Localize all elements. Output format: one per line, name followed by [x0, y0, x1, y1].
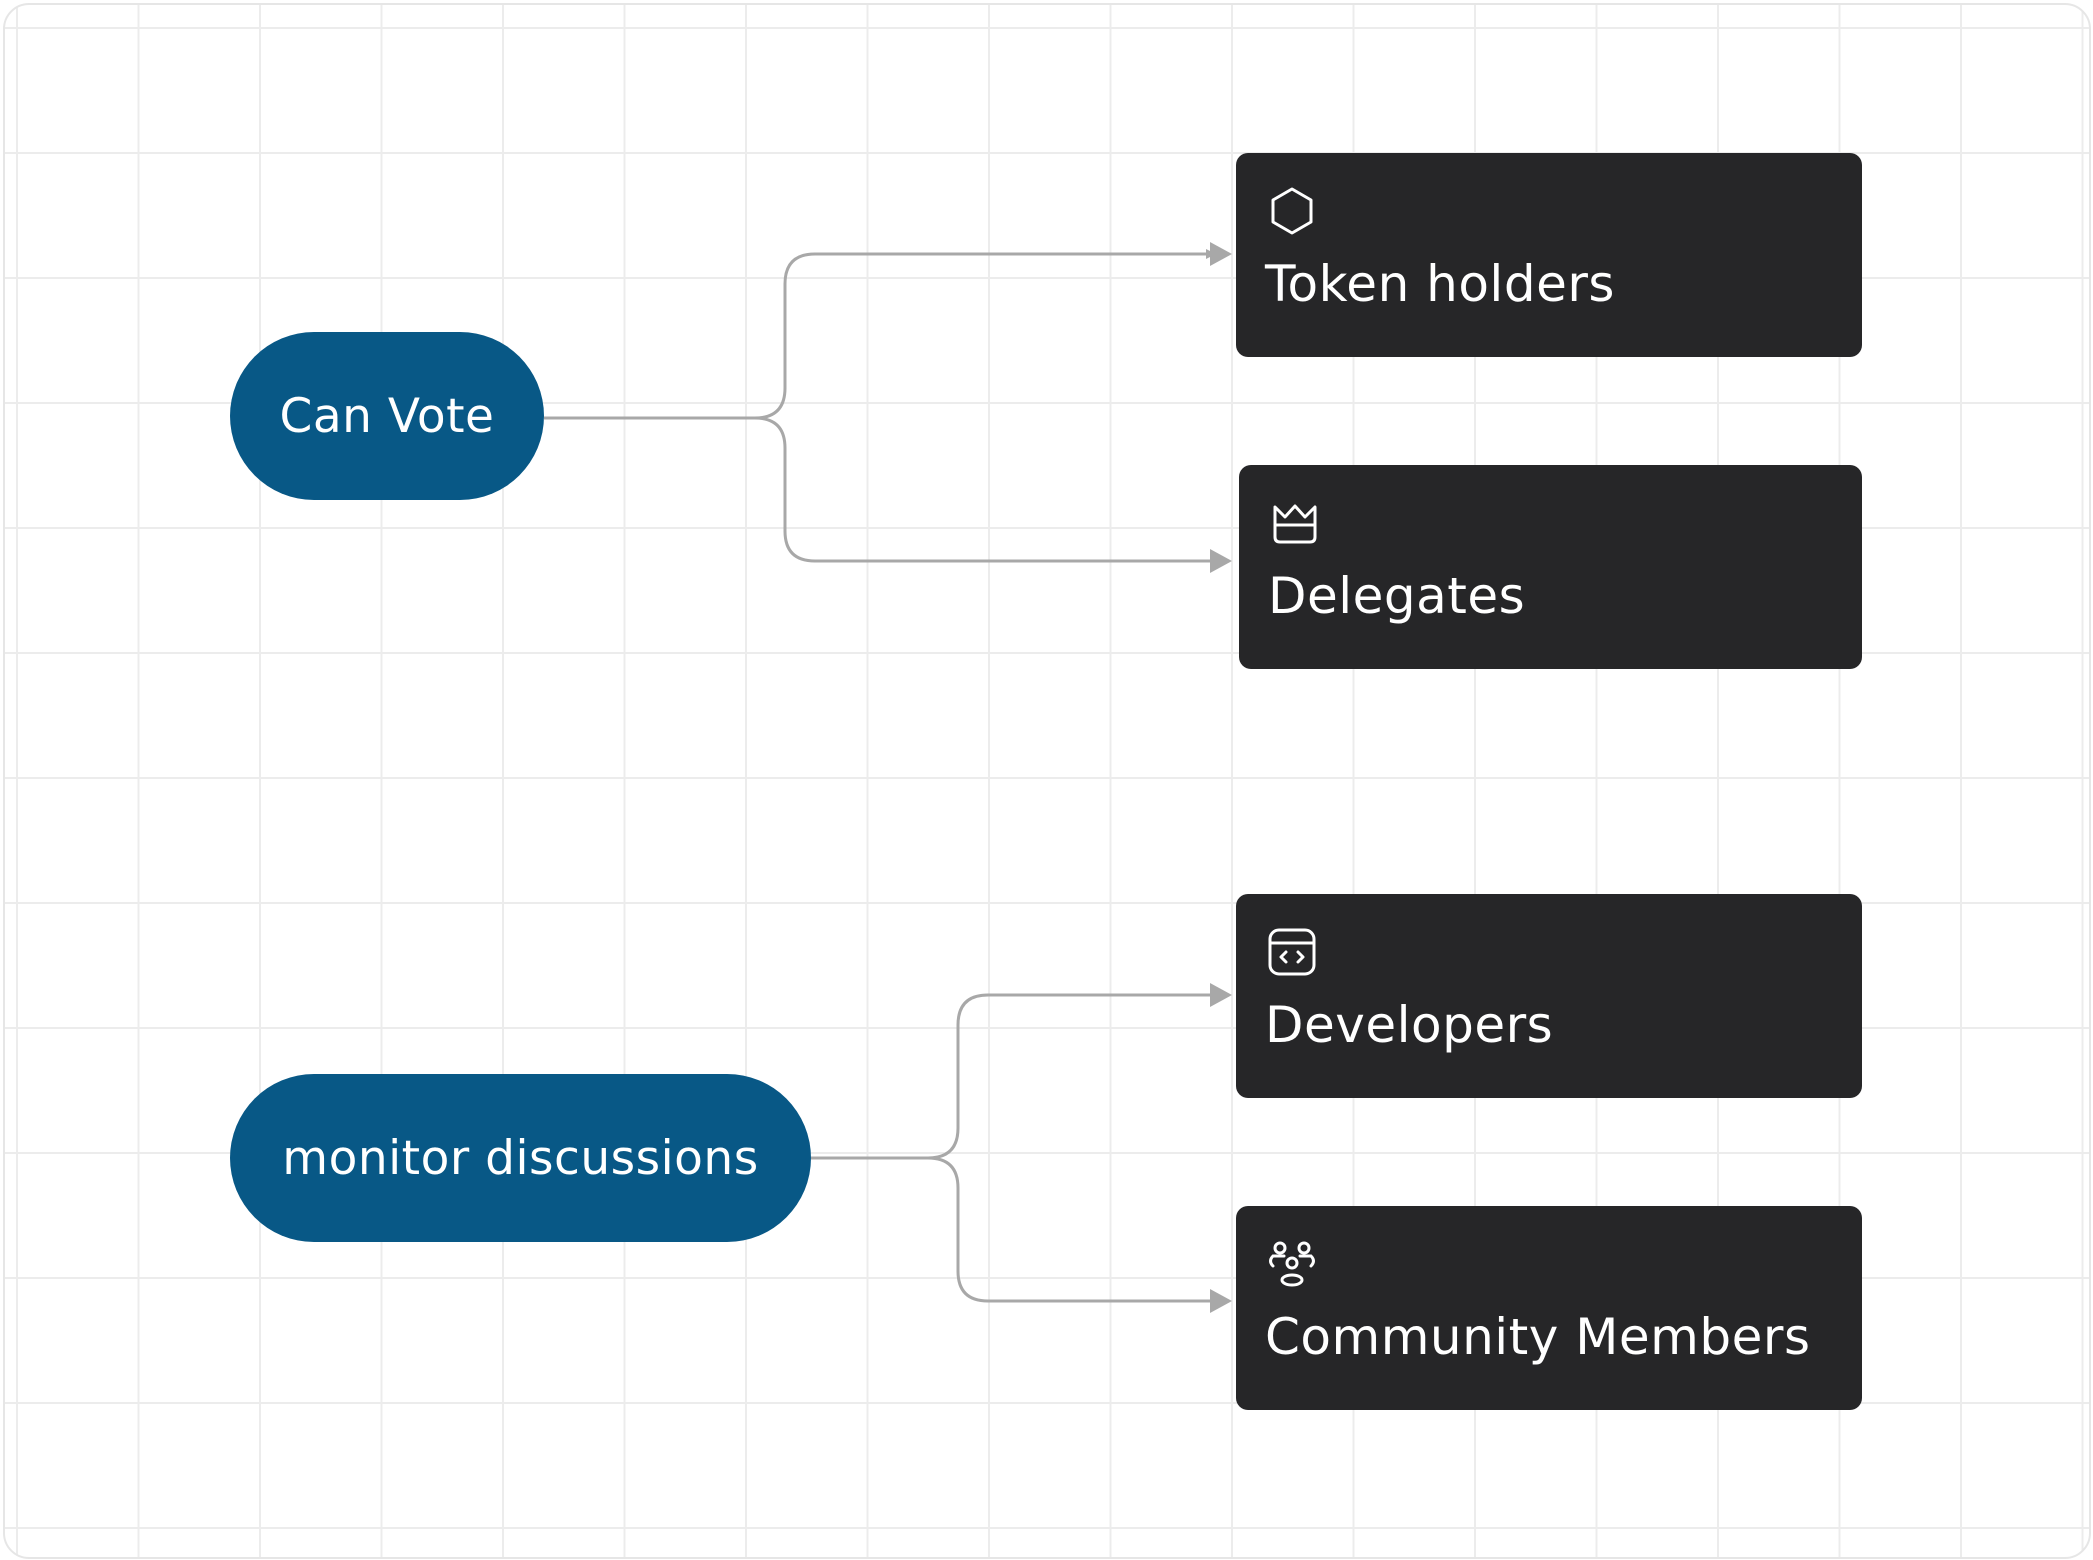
edge-arrow-token-holders	[1210, 242, 1232, 266]
node-delegates[interactable]: Delegates	[1239, 465, 1862, 669]
node-community-members-label: Community Members	[1265, 1308, 1811, 1366]
node-developers[interactable]: Developers	[1236, 894, 1862, 1098]
node-can-vote[interactable]: Can Vote	[230, 332, 544, 500]
edge-monitor-developers	[811, 993, 1215, 1160]
edge-can-vote-delegates	[544, 416, 1215, 563]
crown-icon	[1267, 495, 1323, 551]
edge-can-vote-token-holders	[544, 249, 1216, 420]
node-developers-label: Developers	[1265, 996, 1554, 1054]
node-can-vote-label: Can Vote	[279, 388, 495, 444]
edge-arrow-delegates	[1210, 549, 1232, 573]
node-delegates-label: Delegates	[1268, 567, 1526, 625]
node-monitor-discussions-label: monitor discussions	[282, 1130, 759, 1186]
node-token-holders-label: Token holders	[1265, 255, 1615, 313]
edge-monitor-community-members	[811, 1156, 1215, 1303]
node-monitor-discussions[interactable]: monitor discussions	[230, 1074, 811, 1242]
edge-arrow-community-members	[1210, 1289, 1232, 1313]
node-community-members[interactable]: Community Members	[1236, 1206, 1862, 1410]
node-token-holders[interactable]: Token holders	[1236, 153, 1862, 357]
users-group-icon	[1264, 1236, 1320, 1292]
hexagon-icon	[1264, 183, 1320, 239]
edge-arrow-developers	[1210, 983, 1232, 1007]
code-window-icon	[1264, 924, 1320, 980]
